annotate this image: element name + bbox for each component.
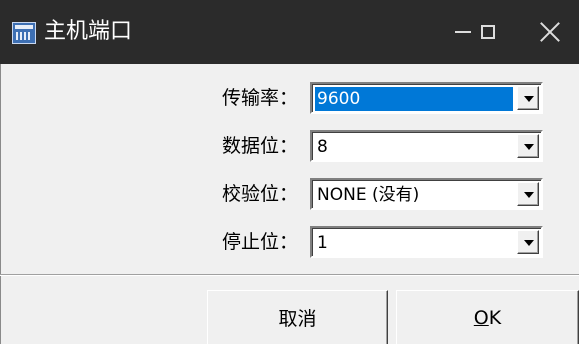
chevron-down-icon[interactable] <box>517 182 539 206</box>
chevron-down-icon[interactable] <box>517 86 539 110</box>
window-title: 主机端口 <box>44 19 133 44</box>
stop-bits-label: 停止位： <box>222 231 299 253</box>
maximize-icon <box>481 25 495 39</box>
baud-rate-value: 9600 <box>315 87 513 111</box>
parity-value: NONE (没有) <box>317 185 420 205</box>
stop-bits-value: 1 <box>317 233 328 253</box>
app-window-icon <box>12 22 36 44</box>
baud-rate-label: 传输率： <box>222 87 299 109</box>
chevron-down-icon[interactable] <box>517 134 539 158</box>
data-bits-label: 数据位： <box>222 135 299 157</box>
title-bar: 主机端口 <box>0 0 579 64</box>
data-bits-value: 8 <box>317 137 328 157</box>
data-bits-select[interactable]: 8 <box>310 130 543 162</box>
parity-label: 校验位： <box>222 183 299 205</box>
maximize-button[interactable] <box>459 0 517 64</box>
parity-select[interactable]: NONE (没有) <box>310 178 543 210</box>
chevron-down-icon[interactable] <box>517 230 539 254</box>
stop-bits-select[interactable]: 1 <box>310 226 543 258</box>
close-button[interactable] <box>521 0 579 64</box>
ok-button-mnemonic: O <box>473 306 489 329</box>
cancel-button[interactable]: 取消 <box>207 290 388 344</box>
ok-button-label: K <box>488 306 502 329</box>
close-icon <box>540 22 560 42</box>
divider <box>0 274 579 276</box>
ok-button[interactable]: OK <box>396 290 579 344</box>
window-border <box>0 64 8 344</box>
cancel-button-label: 取消 <box>278 308 317 330</box>
baud-rate-select[interactable]: 9600 <box>310 82 543 114</box>
